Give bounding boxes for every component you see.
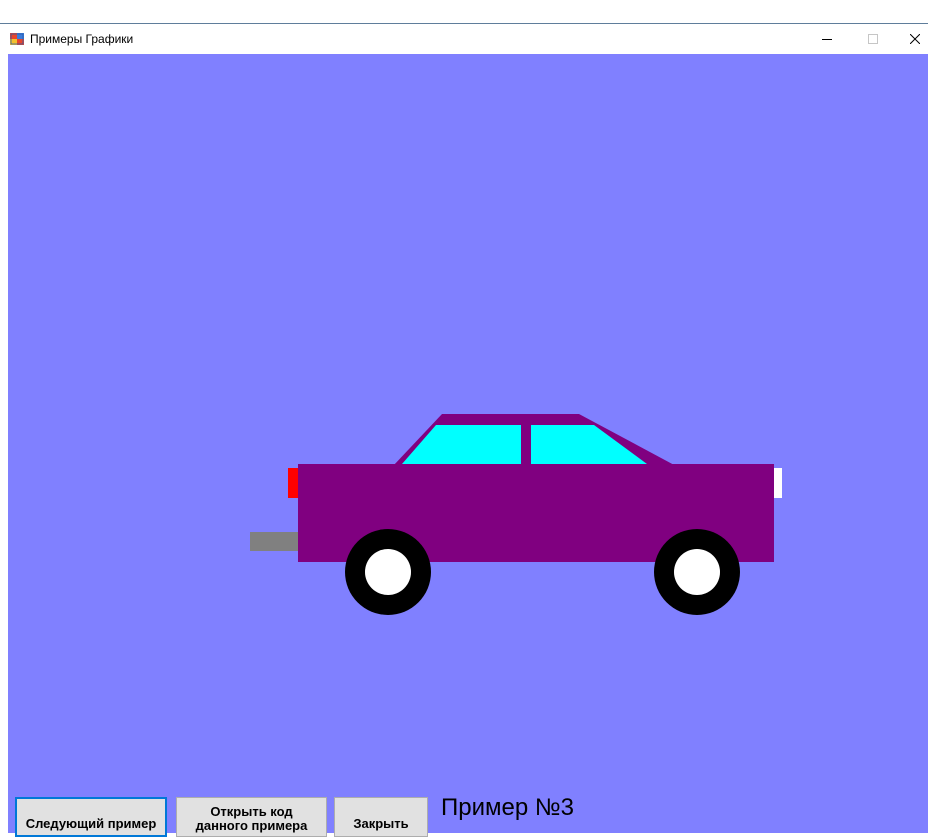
desktop-strip [0, 0, 928, 24]
next-example-label: Следующий пример [25, 816, 157, 831]
rear-hub [365, 549, 411, 595]
example-number-label: Пример №3 [441, 794, 574, 821]
exhaust-pipe [250, 532, 298, 551]
title-bar[interactable]: Примеры Графики [0, 24, 928, 54]
car-drawing [250, 414, 782, 615]
close-window-button[interactable] [892, 24, 928, 54]
windows-form-icon [10, 33, 24, 45]
open-code-label-line1: Открыть код [210, 804, 293, 819]
rear-window [402, 425, 521, 464]
open-code-label-line2: данного примера [195, 818, 308, 833]
close-button-label: Закрыть [353, 816, 409, 831]
minimize-icon [822, 39, 832, 40]
close-icon [910, 34, 920, 44]
window-title: Примеры Графики [30, 32, 134, 46]
front-hub [674, 549, 720, 595]
minimize-button[interactable] [804, 24, 850, 54]
maximize-button[interactable] [850, 24, 896, 54]
app-window: Примеры Графики Следующий пример Открыть… [0, 0, 928, 837]
close-button[interactable]: Закрыть [334, 797, 428, 837]
open-code-button[interactable]: Открыть код данного примера [176, 797, 327, 837]
maximize-icon [868, 34, 878, 44]
drawing-area: Следующий пример Открыть код данного при… [8, 54, 928, 837]
next-example-button[interactable]: Следующий пример [15, 797, 167, 837]
